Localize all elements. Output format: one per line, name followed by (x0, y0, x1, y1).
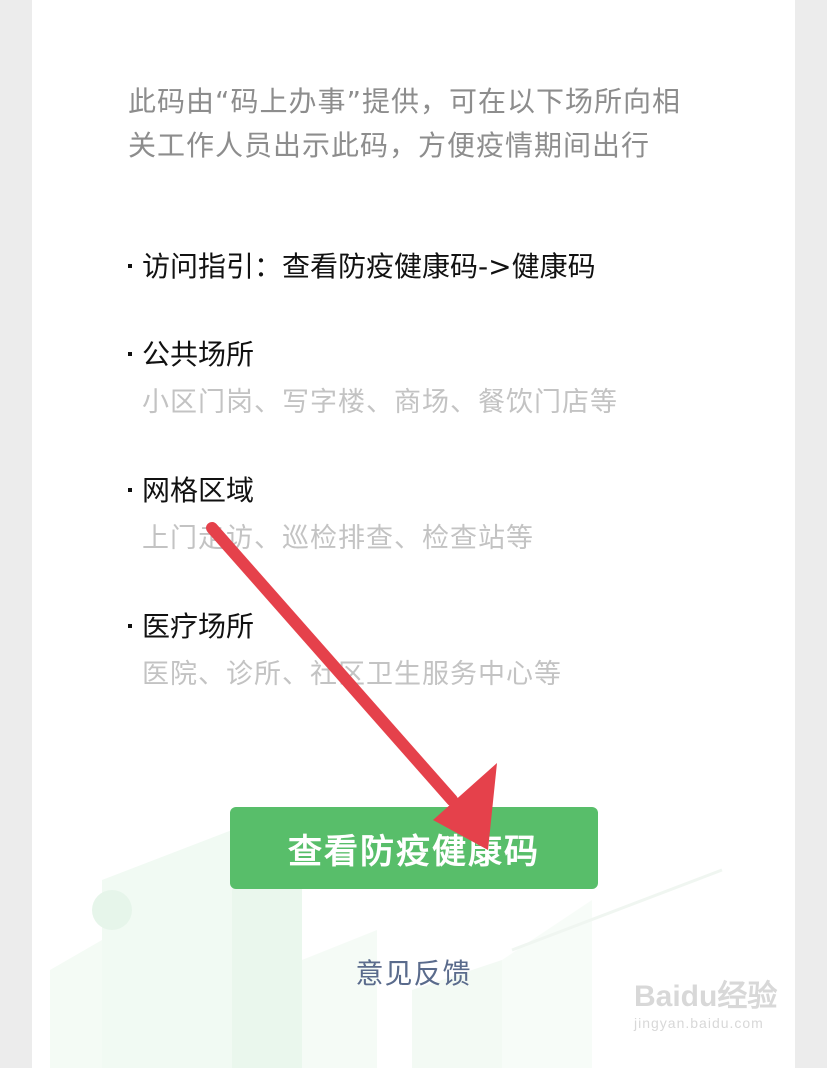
baidu-watermark: Baidu经验 jingyan.baidu.com (634, 980, 804, 1050)
guide-item-title: 访问指引：查看防疫健康码->健康码 (142, 250, 596, 283)
grid-area-title: 网格区域 (142, 474, 255, 507)
medical-places-title: 医疗场所 (142, 610, 255, 643)
intro-text: 此码由“码上办事”提供，可在以下场所向相关工作人员出示此码，方便疫情期间出行 (128, 85, 682, 162)
bullet-dot (128, 624, 132, 628)
public-places-desc: 小区门岗、写字楼、商场、餐饮门店等 (142, 387, 618, 418)
medical-places-item: 医疗场所 医院、诊所、社区卫生服务中心等 (128, 608, 748, 694)
content-card: 此码由“码上办事”提供，可在以下场所向相关工作人员出示此码，方便疫情期间出行 访… (32, 0, 795, 1068)
grid-area-desc: 上门走访、巡检排查、检查站等 (142, 523, 534, 554)
bullet-dot (128, 352, 132, 356)
watermark-brand: Baidu经验 (634, 980, 778, 1013)
watermark-url: jingyan.baidu.com (634, 1015, 764, 1031)
public-places-item: 公共场所 小区门岗、写字楼、商场、餐饮门店等 (128, 336, 748, 422)
grid-area-item: 网格区域 上门走访、巡检排查、检查站等 (128, 472, 748, 558)
bullet-dot (128, 488, 132, 492)
medical-places-desc: 医院、诊所、社区卫生服务中心等 (142, 659, 562, 690)
public-places-title: 公共场所 (142, 338, 255, 371)
bullet-dot (128, 264, 132, 268)
guide-item: 访问指引：查看防疫健康码->健康码 (128, 248, 748, 286)
view-health-code-button[interactable]: 查看防疫健康码 (230, 807, 598, 889)
